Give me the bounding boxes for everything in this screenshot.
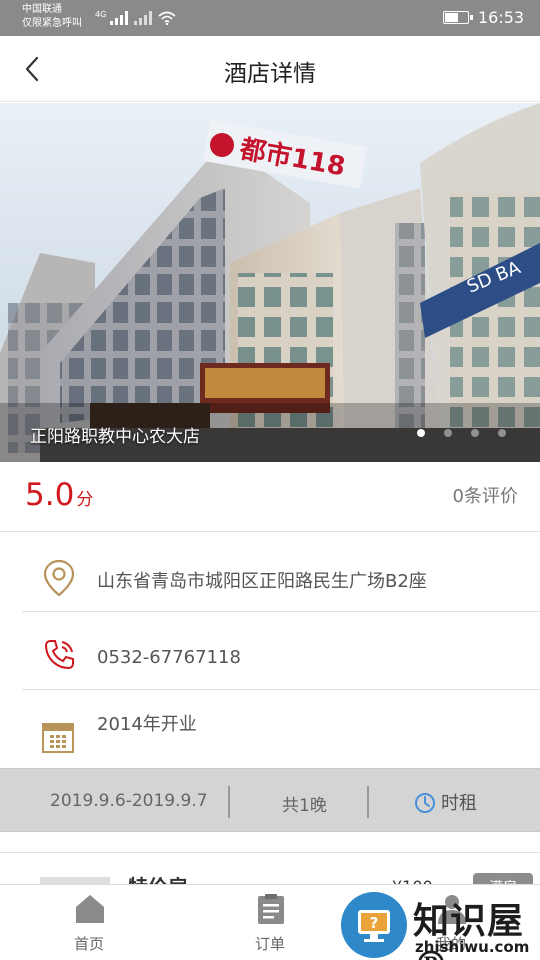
divider (367, 786, 369, 818)
opening-year-row: 2014年开业 (22, 690, 540, 768)
date-range-selector[interactable]: 2019.9.6-2019.9.7 (50, 791, 208, 811)
signal-icon (110, 9, 129, 25)
carrier-name: 中国联通 (22, 4, 62, 15)
hourly-rental-button[interactable]: 时租 (414, 789, 477, 815)
review-count-link[interactable]: 0条评价 (453, 482, 518, 508)
watermark-url: zhishiwu.com (415, 938, 530, 956)
tab-label: 首页 (73, 935, 104, 953)
home-icon (76, 895, 104, 923)
hotel-photo: 都市118 SD BA (0, 103, 540, 462)
battery-level (445, 13, 458, 22)
hotel-phone: 0532-67767118 (97, 647, 241, 668)
calendar-icon (42, 723, 74, 753)
tab-orders[interactable]: 订单 (225, 885, 315, 960)
status-time: 16:53 (478, 8, 525, 27)
carousel-dots (417, 429, 506, 437)
rating-row: 5.0 分 0条评价 (0, 462, 540, 532)
score-value: 5.0 (25, 477, 75, 513)
svg-text:?: ? (370, 914, 379, 932)
divider (228, 786, 230, 818)
carousel-dot[interactable] (444, 429, 452, 437)
nights-count: 共1晚 (282, 796, 327, 816)
watermark-logo: ? (341, 892, 407, 958)
carousel-dot[interactable] (498, 429, 506, 437)
app-header: 酒店详情 (0, 36, 540, 102)
carousel-dot[interactable] (417, 429, 425, 437)
phone-icon (44, 640, 74, 670)
tab-label: 订单 (254, 935, 285, 953)
battery-icon (443, 11, 473, 24)
help-monitor-icon: ? (358, 910, 390, 942)
network-type: 4G (95, 10, 107, 19)
hotel-name-caption: 正阳路职教中心农大店 (30, 427, 200, 447)
site-watermark: ? 知识屋® zhishiwu.com (339, 890, 540, 960)
hotel-photo-carousel[interactable]: 都市118 SD BA 正阳路职教中心农大店 (0, 103, 540, 462)
booking-date-bar: 2019.9.6-2019.9.7 共1晚 时租 (0, 768, 540, 832)
carrier-info: 中国联通 仅限紧急呼叫 (22, 3, 82, 31)
status-bar: 中国联通 仅限紧急呼叫 4G 16:53 (0, 0, 540, 36)
score-unit: 分 (76, 490, 94, 510)
phone-row[interactable]: 0532-67767118 (22, 612, 540, 690)
page-title: 酒店详情 (224, 61, 316, 87)
signal-2-icon (134, 9, 153, 25)
emergency-only-label: 仅限紧急呼叫 (22, 18, 82, 29)
hotel-address: 山东省青岛市城阳区正阳路民生广场B2座 (97, 571, 427, 592)
opening-year: 2014年开业 (97, 714, 197, 735)
clock-icon (415, 793, 435, 813)
carousel-dot[interactable] (471, 429, 479, 437)
signal-indicators: 4G (95, 9, 176, 25)
address-row[interactable]: 山东省青岛市城阳区正阳路民生广场B2座 (22, 532, 540, 612)
hourly-label: 时租 (441, 793, 477, 814)
hotel-score: 5.0 分 (25, 477, 93, 513)
wifi-icon (158, 11, 176, 25)
tab-home[interactable]: 首页 (44, 885, 134, 960)
clipboard-icon (258, 894, 284, 924)
map-pin-icon (43, 559, 75, 597)
